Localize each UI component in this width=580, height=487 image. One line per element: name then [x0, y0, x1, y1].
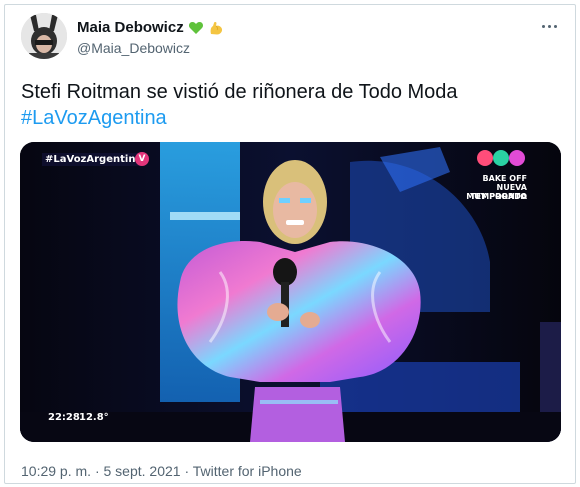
- tv-temperature: 12.8°: [79, 412, 109, 423]
- tv-clock: 22:28: [48, 412, 80, 423]
- tweet-meta: 10:29 p. m. · 5 sept. 2021 · Twitter for…: [21, 463, 302, 479]
- channel-hashtag-label: #LaVozArgentina: [42, 153, 146, 166]
- channel-logo-icon: V: [135, 152, 149, 166]
- green-heart-icon: [188, 20, 204, 36]
- dot-icon: [541, 24, 545, 28]
- meta-separator: ·: [94, 463, 100, 479]
- hashtag-link[interactable]: #LaVozAgentina: [21, 105, 561, 131]
- user-name-row: Maia Debowicz: [77, 19, 224, 36]
- meta-separator: ·: [184, 463, 190, 479]
- tweet-media-photo[interactable]: #LaVozArgentina V BAKE OFF NUEVA TEMPORA…: [20, 142, 561, 442]
- more-options-button[interactable]: [537, 17, 561, 35]
- user-handle[interactable]: @Maia_Debowicz: [77, 40, 190, 56]
- user-display-name[interactable]: Maia Debowicz: [77, 19, 184, 36]
- tweet-body: Stefi Roitman se vistió de riñonera de T…: [21, 81, 458, 103]
- avatar-image: [21, 13, 67, 59]
- tweet-text: Stefi Roitman se vistió de riñonera de T…: [21, 79, 561, 131]
- dot-icon: [547, 24, 551, 28]
- tweet-card: Maia Debowicz @Maia_Debowicz Stefi Roitm…: [4, 4, 576, 484]
- promo-line-3: MUY PRONTO: [466, 192, 527, 201]
- dot-icon: [553, 24, 557, 28]
- tweet-source[interactable]: Twitter for iPhone: [193, 463, 302, 479]
- tweet-time[interactable]: 10:29 p. m.: [21, 463, 91, 479]
- avatar[interactable]: [21, 13, 67, 59]
- flexed-biceps-icon: [208, 20, 224, 36]
- promo-line-1: BAKE OFF: [482, 174, 527, 183]
- tweet-date[interactable]: 5 sept. 2021: [104, 463, 181, 479]
